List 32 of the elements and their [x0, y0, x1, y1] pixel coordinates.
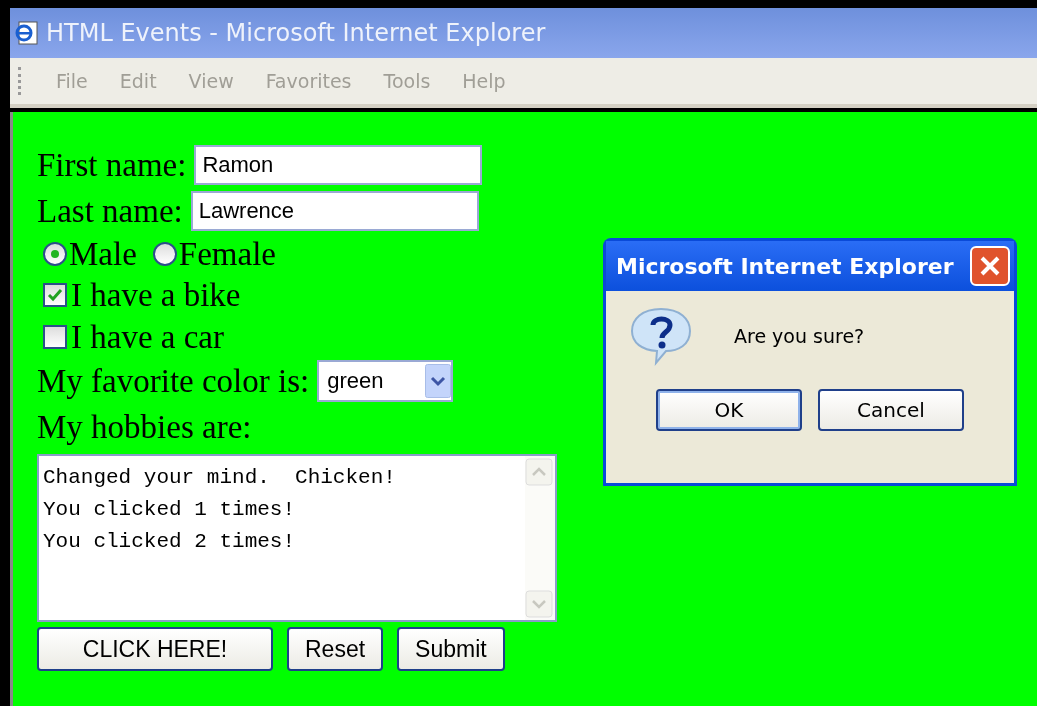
text-line: You clicked 1 times!: [43, 497, 297, 523]
text-line: You clicked 2 times!: [43, 529, 297, 555]
dialog-message: Are you sure?: [734, 325, 865, 347]
form-button[interactable]: Reset: [287, 627, 384, 671]
radio-button[interactable]: [152, 242, 177, 266]
scroll-bar[interactable]: [525, 456, 555, 620]
textarea-label: My hobbies are:: [37, 408, 252, 446]
radio-button[interactable]: [43, 242, 67, 266]
window-title: HTML Events - Microsoft Internet Explorer: [46, 19, 546, 47]
text-field[interactable]: Ramon: [194, 145, 483, 185]
radio-label: Male: [69, 235, 137, 273]
dialog-button[interactable]: OK: [656, 389, 802, 431]
text-field[interactable]: Lawrence: [190, 191, 479, 231]
close-icon[interactable]: [970, 246, 1010, 286]
dialog-button[interactable]: Cancel: [818, 389, 964, 431]
question-icon: [628, 305, 694, 367]
checkbox-label: I have a car: [71, 318, 224, 356]
checkbox[interactable]: [43, 325, 67, 349]
field-label: Last name:: [37, 192, 183, 230]
color-dropdown[interactable]: green: [317, 360, 454, 402]
checkbox[interactable]: [43, 283, 67, 307]
form-button[interactable]: Submit: [397, 627, 505, 671]
checkbox-label: I have a bike: [71, 276, 241, 314]
dialog-title: Microsoft Internet Explorer: [616, 253, 954, 279]
text-area[interactable]: Changed your mind. Chicken! You clicked 1 times! You clicked 2 times!: [37, 454, 557, 622]
field-label: First name:: [37, 146, 187, 184]
form-button[interactable]: CLICK HERE!: [37, 627, 273, 671]
browser-icon: [14, 20, 40, 46]
text-line: Changed your mind. Chicken!: [43, 465, 396, 491]
check-mark-icon: [46, 286, 64, 304]
select-label: My favorite color is:: [37, 362, 310, 400]
radio-label: Female: [178, 235, 276, 273]
